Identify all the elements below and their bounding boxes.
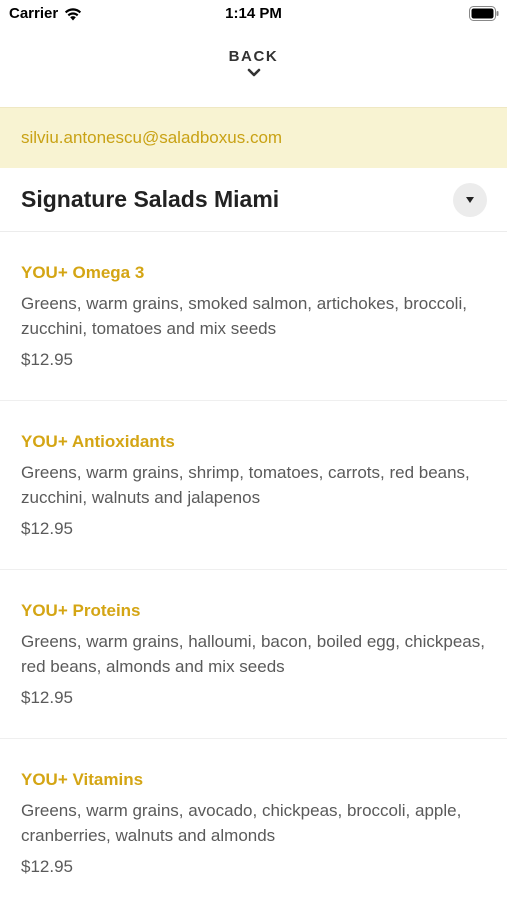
chevron-down-icon: [247, 68, 260, 77]
caret-down-icon: [466, 196, 474, 203]
app-screen: Carrier 1:14 PM BACK silviu.antonescu@sa…: [0, 0, 507, 900]
back-button[interactable]: BACK: [0, 44, 507, 94]
menu-item[interactable]: YOU+ Proteins Greens, warm grains, hallo…: [0, 570, 507, 739]
location-title: Signature Salads Miami: [21, 186, 280, 212]
menu-item-price: $12.95: [21, 688, 73, 707]
menu-list: YOU+ Omega 3 Greens, warm grains, smoked…: [0, 232, 507, 900]
menu-item-name: YOU+ Omega 3: [21, 263, 145, 282]
status-time: 1:14 PM: [225, 5, 282, 22]
location-dropdown-button[interactable]: [453, 182, 487, 217]
menu-item-description: Greens, warm grains, smoked salmon, arti…: [21, 294, 467, 338]
menu-item-description: Greens, warm grains, halloumi, bacon, bo…: [21, 632, 485, 676]
battery-icon: [469, 6, 499, 21]
status-bar: Carrier 1:14 PM: [0, 0, 507, 30]
menu-item[interactable]: YOU+ Vitamins Greens, warm grains, avoca…: [0, 739, 507, 900]
menu-item-price: $12.95: [21, 350, 73, 369]
location-selector: Signature Salads Miami: [0, 168, 507, 232]
back-label: BACK: [228, 48, 279, 65]
menu-item-name: YOU+ Vitamins: [21, 770, 144, 789]
menu-item-description: Greens, warm grains, avocado, chickpeas,…: [21, 801, 462, 845]
menu-item-price: $12.95: [21, 857, 73, 876]
account-banner: silviu.antonescu@saladboxus.com: [0, 107, 507, 168]
menu-item-name: YOU+ Proteins: [21, 601, 141, 620]
menu-item-name: YOU+ Antioxidants: [21, 432, 175, 451]
menu-item[interactable]: YOU+ Omega 3 Greens, warm grains, smoked…: [0, 232, 507, 401]
account-email: silviu.antonescu@saladboxus.com: [21, 128, 283, 147]
menu-item-price: $12.95: [21, 519, 73, 538]
menu-item[interactable]: YOU+ Antioxidants Greens, warm grains, s…: [0, 401, 507, 570]
menu-item-description: Greens, warm grains, shrimp, tomatoes, c…: [21, 463, 470, 507]
